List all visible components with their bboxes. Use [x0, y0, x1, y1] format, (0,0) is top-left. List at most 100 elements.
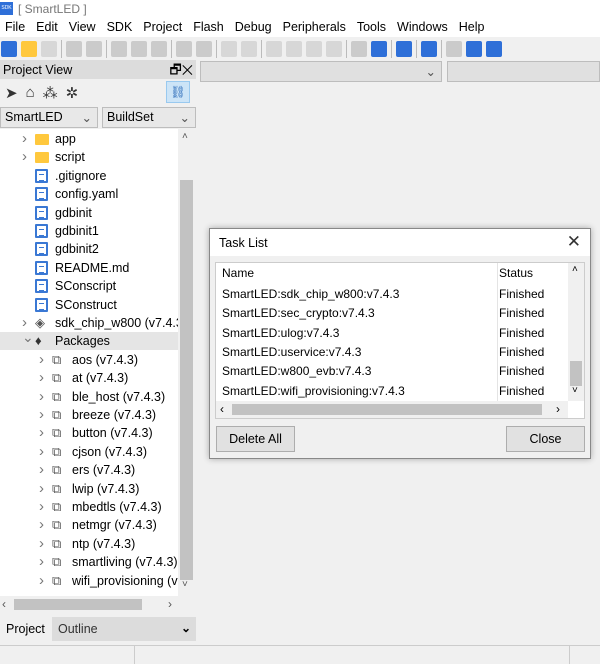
editor-file-combo[interactable]: ⌄	[200, 61, 442, 82]
bug-icon[interactable]: ✲	[66, 84, 79, 102]
menu-tools[interactable]: Tools	[352, 18, 392, 37]
tree-item[interactable]: › ⧉ breeze (v7.4.3)	[0, 406, 178, 424]
chevron-right-icon[interactable]: ›	[39, 406, 44, 424]
chevron-right-icon[interactable]: ›	[39, 572, 44, 590]
restore-icon[interactable]: 🗗	[170, 62, 182, 77]
tree-item[interactable]: README.md	[0, 259, 178, 277]
task-name[interactable]: SmartLED:wifi_provisioning:v7.4.3	[222, 382, 405, 401]
scroll-down-icon[interactable]: ˅	[182, 579, 188, 590]
save-icon[interactable]	[66, 40, 82, 57]
tree-item[interactable]: › ⧉ lwip (v7.4.3)	[0, 480, 178, 498]
project-combo[interactable]: SmartLED ⌄	[0, 107, 98, 128]
chevron-right-icon[interactable]: ›	[39, 553, 44, 571]
reload-icon[interactable]	[41, 40, 57, 57]
copy-icon[interactable]	[131, 40, 147, 57]
redo-icon[interactable]	[196, 40, 212, 57]
find-in-files-icon[interactable]	[371, 40, 387, 57]
tree-item[interactable]: › ⧉ ers (v7.4.3)	[0, 461, 178, 479]
link-editor-icon[interactable]: ⛓	[166, 81, 190, 103]
menu-flash[interactable]: Flash	[188, 18, 230, 37]
column-header-status[interactable]: Status	[499, 266, 533, 280]
chevron-right-icon[interactable]: ›	[39, 480, 44, 498]
find-icon[interactable]	[351, 40, 367, 57]
close-file-icon[interactable]	[86, 40, 102, 57]
chevron-right-icon[interactable]: ›	[39, 369, 44, 387]
tree-hscroll-thumb[interactable]	[14, 599, 142, 610]
tree-item[interactable]: › ⧉ wifi_provisioning (v7.4.3)	[0, 572, 178, 590]
scroll-right-icon[interactable]: ›	[168, 597, 172, 611]
editor-symbol-combo[interactable]	[447, 61, 600, 82]
tree-item[interactable]: SConstruct	[0, 296, 178, 314]
locate-icon[interactable]: ➤	[5, 84, 18, 102]
task-name[interactable]: SmartLED:w800_evb:v7.4.3	[222, 362, 371, 381]
menu-debug[interactable]: Debug	[230, 18, 278, 37]
scroll-down-icon[interactable]: ˅	[572, 385, 578, 396]
menu-windows[interactable]: Windows	[392, 18, 454, 37]
chevron-right-icon[interactable]: ›	[39, 516, 44, 534]
new-icon[interactable]	[1, 40, 17, 57]
tree-item[interactable]: › script	[0, 148, 178, 166]
tree-item[interactable]: gdbinit2	[0, 240, 178, 258]
task-name[interactable]: SmartLED:sdk_chip_w800:v7.4.3	[222, 285, 399, 304]
chevron-right-icon[interactable]: ›	[39, 461, 44, 479]
tree-item[interactable]: › ⧉ ble_host (v7.4.3)	[0, 388, 178, 406]
chevron-right-icon[interactable]: ›	[39, 424, 44, 442]
column-divider[interactable]	[497, 263, 498, 401]
bookmark-prev-icon[interactable]	[306, 40, 322, 57]
tree-item[interactable]: ⌄ ♦ Packages	[0, 329, 178, 351]
task-name[interactable]: SmartLED:sec_crypto:v7.4.3	[222, 304, 375, 323]
task-name[interactable]: SmartLED:uservice:v7.4.3	[222, 343, 361, 362]
tree-item[interactable]: › ⧉ ntp (v7.4.3)	[0, 535, 178, 553]
tab-outline[interactable]: Outline	[52, 617, 196, 641]
task-name[interactable]: SmartLED:ulog:v7.4.3	[222, 324, 339, 343]
build-icon[interactable]	[421, 40, 437, 57]
chevron-right-icon[interactable]: ›	[39, 443, 44, 461]
buildset-combo[interactable]: BuildSet ⌄	[102, 107, 196, 128]
tree-item[interactable]: SConscript	[0, 277, 178, 295]
bookmark-next-icon[interactable]	[286, 40, 302, 57]
package-icon[interactable]	[446, 40, 462, 57]
tree-item[interactable]: › app	[0, 130, 178, 148]
open-icon[interactable]	[21, 40, 37, 57]
menu-project[interactable]: Project	[138, 18, 188, 37]
menu-edit[interactable]: Edit	[31, 18, 64, 37]
home-icon[interactable]: ⌂	[26, 84, 35, 101]
chevron-right-icon[interactable]: ›	[39, 351, 44, 369]
list-hscroll-thumb[interactable]	[232, 404, 542, 415]
close-button[interactable]: Close	[506, 426, 585, 452]
menu-file[interactable]: File	[0, 18, 31, 37]
tree-icon[interactable]: ⁂	[43, 84, 58, 102]
menu-view[interactable]: View	[64, 18, 102, 37]
column-header-name[interactable]: Name	[222, 266, 254, 280]
menu-help[interactable]: Help	[454, 18, 491, 37]
tree-item[interactable]: › ⧉ netmgr (v7.4.3)	[0, 516, 178, 534]
bookmark-clear-icon[interactable]	[326, 40, 342, 57]
tab-project[interactable]: Project	[0, 617, 52, 641]
chevron-right-icon[interactable]: ›	[39, 388, 44, 406]
tree-item[interactable]: .gitignore	[0, 167, 178, 185]
delete-all-button[interactable]: Delete All	[216, 426, 295, 452]
forward-icon[interactable]	[241, 40, 257, 57]
tree-item[interactable]: gdbinit1	[0, 222, 178, 240]
chevron-right-icon[interactable]: ›	[22, 148, 27, 166]
chevron-down-icon[interactable]: ⌄	[181, 621, 191, 635]
scroll-up-icon[interactable]: ˄	[182, 131, 188, 142]
chevron-right-icon[interactable]: ›	[39, 498, 44, 516]
scroll-left-icon[interactable]: ‹	[2, 597, 6, 611]
scroll-left-icon[interactable]: ‹	[220, 402, 224, 416]
flash-icon[interactable]	[486, 40, 502, 57]
undo-icon[interactable]	[176, 40, 192, 57]
back-icon[interactable]	[221, 40, 237, 57]
cut-icon[interactable]	[111, 40, 127, 57]
list-scroll-thumb[interactable]	[570, 361, 582, 386]
scroll-right-icon[interactable]: ›	[556, 402, 560, 416]
bookmark-icon[interactable]	[266, 40, 282, 57]
tree-item[interactable]: › ⧉ smartliving (v7.4.3)	[0, 553, 178, 571]
tree-item[interactable]: › ⧉ cjson (v7.4.3)	[0, 443, 178, 461]
chevron-right-icon[interactable]: ›	[39, 535, 44, 553]
chevron-down-icon[interactable]: ⌄	[22, 328, 34, 346]
download-icon[interactable]	[466, 40, 482, 57]
close-icon[interactable]: ✕	[182, 62, 193, 77]
search-icon[interactable]	[396, 40, 412, 57]
tree-scroll-thumb[interactable]	[180, 180, 193, 580]
